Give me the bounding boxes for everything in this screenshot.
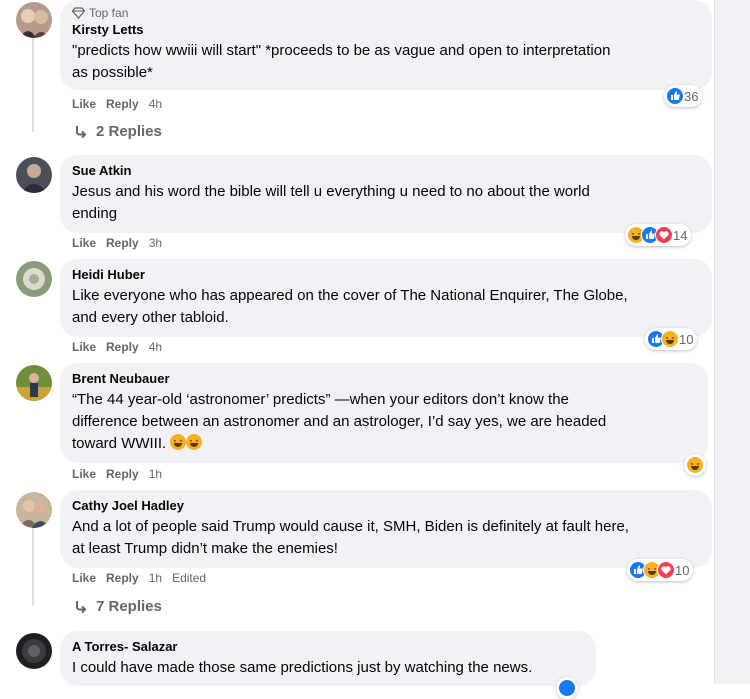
comment-actions: Like Reply 1h bbox=[72, 467, 162, 481]
reaction-summary[interactable] bbox=[556, 677, 578, 699]
avatar[interactable] bbox=[16, 492, 52, 528]
comment-line: ending bbox=[72, 205, 118, 222]
avatar[interactable] bbox=[16, 365, 52, 401]
avatar[interactable] bbox=[16, 633, 52, 669]
like-button[interactable]: Like bbox=[72, 571, 96, 585]
haha-reaction-icon bbox=[661, 330, 679, 348]
diamond-icon bbox=[72, 7, 85, 19]
comment-line: And a lot of people said Trump would cau… bbox=[72, 518, 629, 535]
timestamp[interactable]: 3h bbox=[149, 236, 162, 250]
comment-bubble: Sue Atkin Jesus and his word the bible w… bbox=[60, 155, 712, 233]
commenter-name[interactable]: A Torres- Salazar bbox=[72, 639, 584, 654]
top-fan-badge: Top fan bbox=[72, 6, 700, 20]
comment-line: and every other tabloid. bbox=[72, 309, 229, 326]
reaction-summary[interactable] bbox=[684, 454, 706, 476]
comment-bubble: A Torres- Salazar I could have made thos… bbox=[60, 631, 596, 686]
comment-line: as possible* bbox=[72, 64, 153, 81]
laughing-emoji-icon bbox=[186, 434, 203, 450]
commenter-name[interactable]: Heidi Huber bbox=[72, 267, 700, 282]
edited-label[interactable]: Edited bbox=[172, 571, 206, 585]
comment-bubble: Heidi Huber Like everyone who has appear… bbox=[60, 259, 712, 337]
comment-text: “The 44 year-old ‘astronomer’ predicts” … bbox=[72, 389, 696, 455]
view-replies[interactable]: 2 Replies bbox=[74, 123, 162, 140]
laughing-emoji-icon bbox=[170, 434, 187, 450]
commenter-name[interactable]: Kirsty Letts bbox=[72, 22, 700, 37]
comment-line: difference between an astronomer and an … bbox=[72, 413, 607, 430]
reaction-count: 36 bbox=[684, 88, 699, 104]
comment-line: Like everyone who has appeared on the co… bbox=[72, 287, 628, 304]
timestamp[interactable]: 4h bbox=[149, 97, 162, 111]
scroll-gutter bbox=[714, 0, 750, 684]
haha-reaction-icon bbox=[686, 456, 704, 474]
commenter-name[interactable]: Sue Atkin bbox=[72, 163, 700, 178]
timestamp[interactable]: 1h bbox=[149, 571, 162, 585]
comment-bubble: Cathy Joel Hadley And a lot of people sa… bbox=[60, 490, 712, 568]
replies-label: 7 Replies bbox=[96, 598, 162, 615]
timestamp[interactable]: 4h bbox=[149, 340, 162, 354]
reaction-summary[interactable]: 10 bbox=[627, 559, 694, 581]
reply-button[interactable]: Reply bbox=[106, 467, 139, 481]
like-button[interactable]: Like bbox=[72, 467, 96, 481]
comment-text: And a lot of people said Trump would cau… bbox=[72, 516, 700, 560]
thread-line bbox=[32, 528, 34, 606]
comment-line: Jesus and his word the bible will tell u… bbox=[72, 183, 590, 200]
comment-line: I could have made those same predictions… bbox=[72, 659, 533, 676]
comment-line: toward WWIII. bbox=[72, 433, 696, 455]
avatar[interactable] bbox=[16, 2, 52, 38]
like-button[interactable]: Like bbox=[72, 236, 96, 250]
avatar[interactable] bbox=[16, 157, 52, 193]
replies-label: 2 Replies bbox=[96, 123, 162, 140]
reply-button[interactable]: Reply bbox=[106, 340, 139, 354]
like-button[interactable]: Like bbox=[72, 340, 96, 354]
love-reaction-icon bbox=[657, 561, 675, 579]
reply-button[interactable]: Reply bbox=[106, 97, 139, 111]
reply-button[interactable]: Reply bbox=[106, 571, 139, 585]
comment-text: I could have made those same predictions… bbox=[72, 657, 584, 679]
comment-actions: Like Reply 1h Edited bbox=[72, 571, 206, 585]
like-reaction-icon bbox=[666, 87, 684, 105]
timestamp[interactable]: 1h bbox=[149, 467, 162, 481]
commenter-name[interactable]: Brent Neubauer bbox=[72, 371, 696, 386]
commenter-name[interactable]: Cathy Joel Hadley bbox=[72, 498, 700, 513]
like-reaction-icon bbox=[558, 679, 576, 697]
reaction-summary[interactable]: 10 bbox=[645, 328, 698, 350]
reaction-count: 10 bbox=[675, 562, 690, 578]
view-replies[interactable]: 7 Replies bbox=[74, 598, 162, 615]
comment-actions: Like Reply 3h bbox=[72, 236, 162, 250]
love-reaction-icon bbox=[655, 226, 673, 244]
badge-label: Top fan bbox=[89, 6, 129, 20]
reaction-count: 14 bbox=[673, 227, 688, 243]
comment-text: "predicts how wwiii will start" *proceed… bbox=[72, 40, 700, 84]
reply-arrow-icon bbox=[76, 125, 87, 138]
like-button[interactable]: Like bbox=[72, 97, 96, 111]
comment-line: at least Trump didn’t make the enemies! bbox=[72, 540, 338, 557]
avatar[interactable] bbox=[16, 261, 52, 297]
comment-bubble: Top fan Kirsty Letts "predicts how wwiii… bbox=[60, 0, 712, 90]
reply-arrow-icon bbox=[76, 600, 87, 613]
thread-line bbox=[32, 36, 34, 132]
comment-bubble: Brent Neubauer “The 44 year-old ‘astrono… bbox=[60, 363, 708, 463]
comment-text: Jesus and his word the bible will tell u… bbox=[72, 181, 700, 225]
comment-actions: Like Reply 4h bbox=[72, 340, 162, 354]
comment-line: "predicts how wwiii will start" *proceed… bbox=[72, 42, 611, 59]
comment-text: Like everyone who has appeared on the co… bbox=[72, 285, 700, 329]
comment-line: “The 44 year-old ‘astronomer’ predicts” … bbox=[72, 391, 569, 408]
reaction-summary[interactable]: 36 bbox=[664, 85, 703, 107]
comment-actions: Like Reply 4h bbox=[72, 97, 162, 111]
reply-button[interactable]: Reply bbox=[106, 236, 139, 250]
reaction-summary[interactable]: 14 bbox=[625, 224, 692, 246]
comment-line-text: toward WWIII. bbox=[72, 435, 167, 452]
reaction-count: 10 bbox=[679, 331, 694, 347]
